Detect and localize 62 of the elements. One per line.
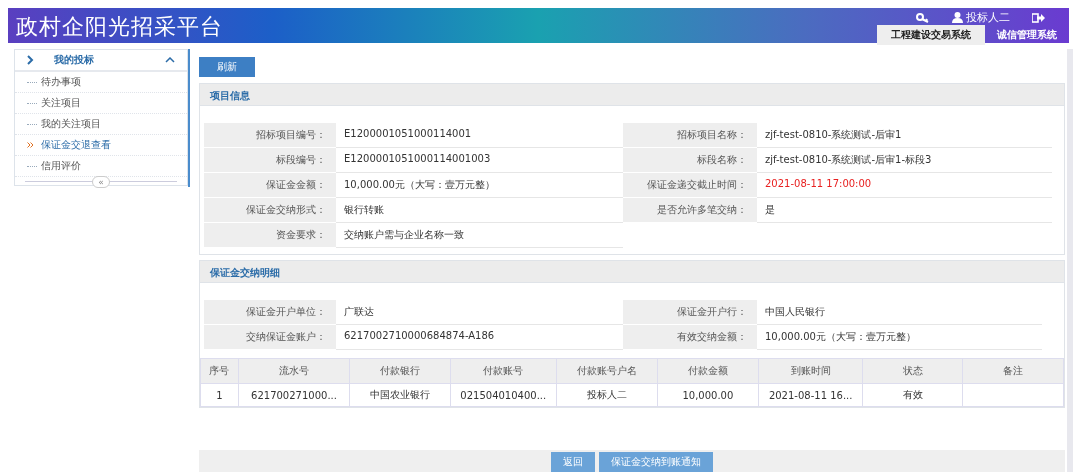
field-label: 招标项目编号： <box>204 123 336 148</box>
field-value: 是 <box>757 198 1052 223</box>
caret-icon[interactable] <box>165 57 175 63</box>
column-header: 备注 <box>962 358 1064 384</box>
table-cell: 621700271000... <box>238 383 350 407</box>
table-cell: 投标人二 <box>556 383 658 407</box>
panel-title: 保证金交纳明细 <box>200 261 1064 283</box>
sidebar-item[interactable]: 待办事项 <box>15 72 187 93</box>
column-header: 付款账号户名 <box>556 358 658 384</box>
field-value: 交纳账户需与企业名称一致 <box>336 223 623 248</box>
field-label: 是否允许多笔交纳： <box>623 198 757 223</box>
column-header: 付款银行 <box>349 358 451 384</box>
field-value: E1200001051000114001003 <box>336 148 623 173</box>
column-header: 付款账号 <box>450 358 557 384</box>
refresh-button[interactable]: 刷新 <box>199 57 255 77</box>
field-label: 保证金金额： <box>204 173 336 198</box>
field-value: 中国人民银行 <box>757 300 1042 325</box>
logout-icon[interactable] <box>1032 12 1045 23</box>
table-cell: 1 <box>200 383 239 407</box>
table-cell: 中国农业银行 <box>349 383 451 407</box>
table-cell: 有效 <box>862 383 963 407</box>
user-name[interactable]: 投标人二 <box>966 10 1010 25</box>
column-header: 到账时间 <box>758 358 863 384</box>
sidebar-item[interactable]: 我的关注项目 <box>15 114 187 135</box>
site-title: 政村企阳光招采平台 <box>15 13 223 41</box>
field-label: 保证金交纳形式： <box>204 198 336 223</box>
field-value: 10,000.00元（大写：壹万元整） <box>757 325 1042 350</box>
column-header: 付款金额 <box>657 358 759 384</box>
field-label: 招标项目名称： <box>623 123 757 148</box>
sidebar-item[interactable]: 保证金交退查看 <box>15 135 187 156</box>
field-value: 2021-08-11 17:00:00 <box>757 173 1052 198</box>
field-label: 保证金开户单位： <box>204 300 336 325</box>
user-icon <box>952 12 963 23</box>
field-label: 标段名称： <box>623 148 757 173</box>
column-header: 序号 <box>200 358 239 384</box>
field-label: 资金要求： <box>204 223 336 248</box>
system-tab[interactable]: 诚信管理系统 <box>985 25 1069 45</box>
menu-group[interactable]: 我的投标 <box>15 50 187 72</box>
field-value: zjf-test-0810-系统测试-后审1-标段3 <box>757 148 1052 173</box>
system-tab[interactable]: 工程建设交易系统 <box>877 25 985 45</box>
field-label: 保证金开户行： <box>623 300 757 325</box>
field-value: zjf-test-0810-系统测试-后审1 <box>757 123 1052 148</box>
field-value: E1200001051000114001 <box>336 123 623 148</box>
field-label: 保证金递交截止时间： <box>623 173 757 198</box>
double-chevron-icon <box>27 142 34 148</box>
table-cell: 021504010400... <box>450 383 557 407</box>
field-label: 有效交纳金额： <box>623 325 757 350</box>
field-label: 交纳保证金账户： <box>204 325 336 350</box>
field-value: 6217002710000684874-A186 <box>336 325 623 350</box>
key-icon[interactable] <box>916 12 930 23</box>
column-header: 状态 <box>862 358 963 384</box>
field-value: 10,000.00元（大写：壹万元整） <box>336 173 623 198</box>
field-value: 广联达 <box>336 300 623 325</box>
table-cell: 10,000.00 <box>657 383 759 407</box>
chevron-icon <box>27 55 34 65</box>
panel-title: 项目信息 <box>200 84 1064 106</box>
table-cell: 2021-08-11 16... <box>758 383 863 407</box>
field-value: 银行转账 <box>336 198 623 223</box>
field-label: 标段编号： <box>204 148 336 173</box>
column-header: 流水号 <box>238 358 350 384</box>
collapse-button[interactable]: « <box>92 176 110 188</box>
sidebar-item[interactable]: 关注项目 <box>15 93 187 114</box>
